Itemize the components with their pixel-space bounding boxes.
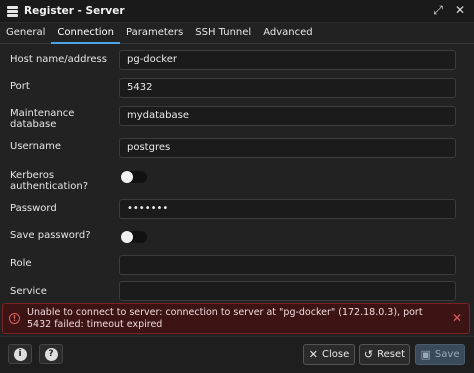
tab-ssh-tunnel[interactable]: SSH Tunnel (189, 23, 257, 42)
info-icon: i (13, 347, 27, 361)
close-x-icon: ✕ (308, 348, 318, 361)
dismiss-error-icon[interactable]: ✕ (452, 312, 462, 324)
connection-form: Host name/address pg-docker Port 5432 Ma… (0, 44, 474, 302)
close-icon[interactable]: ✕ (454, 4, 466, 16)
dialog-title: Register - Server (24, 5, 125, 17)
role-input[interactable] (119, 255, 456, 275)
maintenance-db-input[interactable]: mydatabase (119, 106, 456, 126)
tab-connection[interactable]: Connection (51, 23, 121, 44)
service-label: Service (10, 286, 47, 297)
maintenance-db-label-line2: database (10, 119, 57, 130)
username-input[interactable]: postgres (119, 138, 456, 158)
username-label: Username (10, 141, 61, 152)
toggle-knob (121, 171, 133, 183)
save-password-label: Save password? (10, 230, 91, 241)
toggle-knob (121, 231, 133, 243)
save-button-label: Save (434, 349, 460, 360)
tab-advanced[interactable]: Advanced (257, 23, 318, 42)
port-input[interactable]: 5432 (119, 78, 456, 98)
reset-button[interactable]: ↺ Reset (359, 344, 410, 365)
dialog-footer: i ? ✕ Close ↺ Reset ▣ Save (0, 336, 474, 373)
error-icon: ! (9, 313, 20, 324)
tab-parameters[interactable]: Parameters (120, 23, 189, 42)
tab-bar: General Connection Parameters SSH Tunnel… (0, 23, 474, 44)
close-button-label: Close (321, 349, 350, 360)
reset-icon: ↺ (363, 348, 374, 361)
reset-button-label: Reset (377, 349, 406, 360)
service-input[interactable] (119, 281, 456, 301)
port-label: Port (10, 81, 30, 92)
kerberos-label-line2: authentication? (10, 181, 89, 192)
save-icon: ▣ (420, 348, 431, 361)
tab-general[interactable]: General (0, 23, 51, 42)
close-button[interactable]: ✕ Close (303, 344, 355, 365)
role-label: Role (10, 258, 32, 269)
info-button[interactable]: i (8, 344, 32, 364)
error-banner: ! Unable to connect to server: connectio… (2, 303, 470, 334)
host-label: Host name/address (10, 54, 107, 65)
server-icon (7, 5, 18, 17)
kerberos-toggle[interactable] (121, 171, 147, 183)
title-bar[interactable]: Register - Server ⤢ ✕ (0, 0, 474, 23)
error-message: Unable to connect to server: connection … (27, 307, 423, 330)
password-label: Password (10, 203, 57, 214)
password-input[interactable]: ••••••• (119, 199, 456, 219)
save-button[interactable]: ▣ Save (415, 344, 465, 365)
register-server-dialog: Register - Server ⤢ ✕ General Connection… (0, 0, 474, 373)
help-icon: ? (44, 347, 58, 361)
help-button[interactable]: ? (39, 344, 63, 364)
save-password-toggle[interactable] (121, 231, 147, 243)
maximize-icon[interactable]: ⤢ (432, 4, 444, 16)
host-input[interactable]: pg-docker (119, 50, 456, 70)
